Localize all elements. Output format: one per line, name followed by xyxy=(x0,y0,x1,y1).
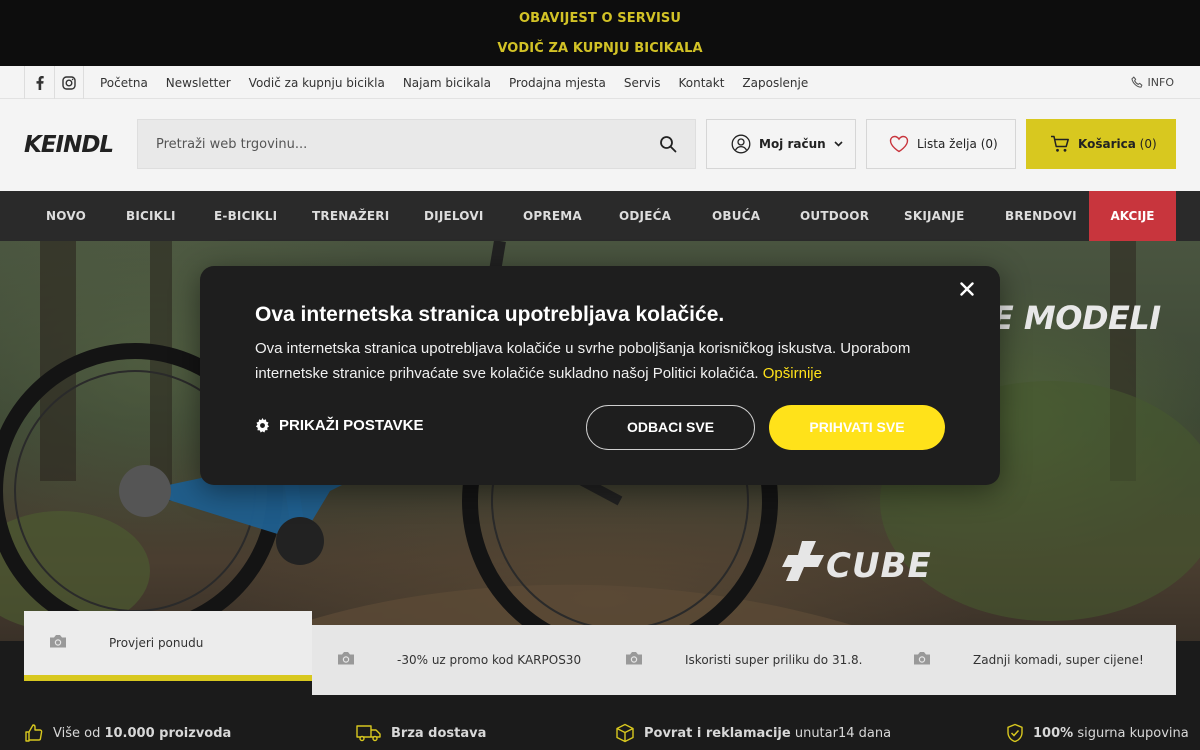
hero-tabs: Provjeri ponudu -30% uz promo kod KARPOS… xyxy=(24,611,1176,695)
camera-icon xyxy=(48,634,68,653)
cart-button[interactable]: Košarica (0) xyxy=(1026,119,1176,169)
instagram-icon[interactable] xyxy=(54,66,84,99)
reject-all-button[interactable]: ODBACI SVE xyxy=(586,405,755,450)
bike-guide-link[interactable]: VODIČ ZA KUPNJU BICIKALA xyxy=(0,41,1200,56)
camera-icon xyxy=(912,651,932,670)
link-careers[interactable]: Zaposlenje xyxy=(742,76,808,90)
search-icon[interactable] xyxy=(659,135,677,157)
cookie-title: Ova internetska stranica upotrebljava ko… xyxy=(255,303,725,326)
benefit-delivery: Brza dostava xyxy=(356,721,486,745)
cookie-dialog: Ova internetska stranica upotrebljava ko… xyxy=(200,266,1000,485)
link-buying-guide[interactable]: Vodič za kupnju bicikla xyxy=(249,76,385,90)
benefit-returns-bold: Povrat i reklamacije xyxy=(644,725,791,741)
tab-3[interactable]: Iskoristi super priliku do 31.8. xyxy=(600,625,888,695)
truck-icon xyxy=(356,725,381,742)
benefit-products-prefix: Više od xyxy=(53,725,101,741)
chevron-down-icon xyxy=(834,141,843,147)
gear-icon xyxy=(255,418,270,433)
wishlist-label: Lista želja xyxy=(917,137,977,151)
nav-item-trenazeri[interactable]: TRENAŽERI xyxy=(312,191,389,241)
link-newsletter[interactable]: Newsletter xyxy=(166,76,231,90)
nav-item-bicikli[interactable]: BICIKLI xyxy=(126,191,176,241)
wishlist-count: (0) xyxy=(980,137,998,151)
nav-item-skijanje[interactable]: SKIJANJE xyxy=(904,191,964,241)
accept-all-button[interactable]: PRIHVATI SVE xyxy=(769,405,945,450)
benefit-secure-suffix: sigurna kupovina xyxy=(1077,725,1189,741)
cart-label: Košarica xyxy=(1078,137,1136,151)
camera-icon xyxy=(624,651,644,670)
search-input[interactable] xyxy=(138,120,638,168)
announcement-bar: OBAVIJEST O SERVISU VODIČ ZA KUPNJU BICI… xyxy=(0,0,1200,66)
benefit-returns: Povrat i reklamacije unutar14 dana xyxy=(615,721,891,745)
nav-item-obuca[interactable]: OBUĆA xyxy=(712,191,760,241)
cookie-settings-button[interactable]: PRIKAŽI POSTAVKE xyxy=(255,417,423,434)
nav-item-odjeca[interactable]: ODJEĆA xyxy=(619,191,671,241)
tab-4[interactable]: Zadnji komadi, super cijene! xyxy=(888,625,1176,695)
cookie-text: Ova internetska stranica upotrebljava ko… xyxy=(255,336,945,386)
link-bike-rental[interactable]: Najam bicikala xyxy=(403,76,491,90)
close-icon[interactable] xyxy=(956,278,978,300)
nav-item-akcije[interactable]: AKCIJE xyxy=(1089,191,1176,241)
nav-item-brendovi[interactable]: BRENDOVI xyxy=(1005,191,1077,241)
wishlist-button[interactable]: Lista želja (0) xyxy=(866,119,1016,169)
account-label: Moj račun xyxy=(759,137,826,151)
camera-icon xyxy=(336,651,356,670)
tab-label: Provjeri ponudu xyxy=(109,636,204,650)
benefits-bar: Više od 10.000 proizvoda Brza dostava Po… xyxy=(0,715,1200,750)
benefit-secure-bold: 100% xyxy=(1033,725,1074,741)
tab-label: -30% uz promo kod KARPOS30 xyxy=(397,653,582,667)
phone-icon xyxy=(1130,76,1143,88)
site-header: KEINDL Moj račun Lista želja (0) Košaric… xyxy=(0,99,1200,191)
svg-text:KEINDL: KEINDL xyxy=(24,132,113,158)
keindl-logo[interactable]: KEINDL xyxy=(24,129,124,163)
link-contact[interactable]: Kontakt xyxy=(678,76,724,90)
facebook-icon[interactable] xyxy=(24,66,54,99)
benefit-delivery-bold: Brza dostava xyxy=(391,725,487,741)
nav-item-oprema[interactable]: OPREMA xyxy=(523,191,582,241)
box-icon xyxy=(616,723,634,743)
nav-item-e-bicikli[interactable]: E-BICIKLI xyxy=(214,191,277,241)
cube-logo: CUBE xyxy=(780,537,980,597)
service-notice-link[interactable]: OBAVIJEST O SERVISU xyxy=(0,11,1200,26)
info-link[interactable]: INFO xyxy=(1130,66,1174,99)
benefit-products: Više od 10.000 proizvoda xyxy=(24,721,231,745)
nav-item-dijelovi[interactable]: DIJELOVI xyxy=(424,191,484,241)
nav-item-outdoor[interactable]: OUTDOOR xyxy=(800,191,869,241)
utility-bar: Početna Newsletter Vodič za kupnju bicik… xyxy=(0,66,1200,99)
cube-logo-text: CUBE xyxy=(826,546,932,586)
heart-icon xyxy=(889,135,909,153)
link-home[interactable]: Početna xyxy=(100,76,148,90)
search-box xyxy=(137,119,696,169)
tab-label: Iskoristi super priliku do 31.8. xyxy=(685,653,863,667)
link-service[interactable]: Servis xyxy=(624,76,661,90)
shield-check-icon xyxy=(1007,723,1023,743)
tab-2[interactable]: -30% uz promo kod KARPOS30 xyxy=(312,625,600,695)
account-button[interactable]: Moj račun xyxy=(706,119,856,169)
user-icon xyxy=(731,134,751,154)
benefit-products-bold: 10.000 proizvoda xyxy=(104,725,232,741)
cookie-settings-label: PRIKAŽI POSTAVKE xyxy=(279,417,424,434)
tab-label: Zadnji komadi, super cijene! xyxy=(973,653,1144,667)
link-stores[interactable]: Prodajna mjesta xyxy=(509,76,606,90)
info-label: INFO xyxy=(1147,76,1174,89)
nav-item-novo[interactable]: NOVO xyxy=(46,191,86,241)
thumbs-up-icon xyxy=(25,724,43,742)
cookie-more-link[interactable]: Opširnije xyxy=(763,365,822,382)
benefit-returns-suffix: unutar14 dana xyxy=(794,725,892,741)
cart-icon xyxy=(1051,135,1069,152)
main-nav: NOVO BICIKLI E-BICIKLI TRENAŽERI DIJELOV… xyxy=(0,191,1200,241)
utility-links: Početna Newsletter Vodič za kupnju bicik… xyxy=(100,66,808,99)
cart-count: (0) xyxy=(1139,137,1157,151)
benefit-secure: 100% sigurna kupovina xyxy=(1006,721,1189,745)
tab-1[interactable]: Provjeri ponudu xyxy=(24,611,312,681)
